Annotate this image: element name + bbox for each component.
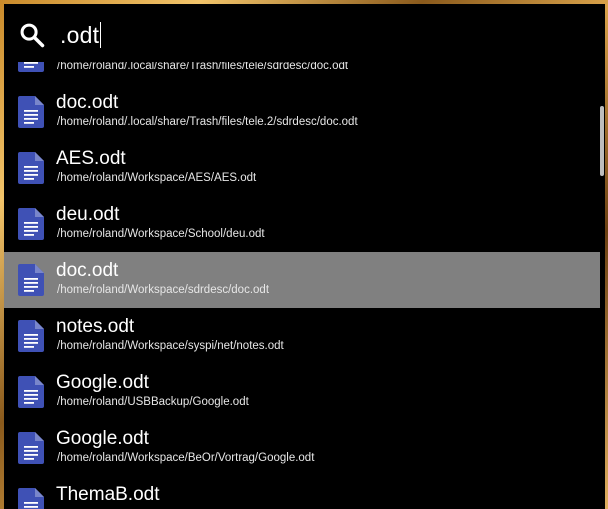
result-filepath: /home/roland/Workspace/AES/AES.odt xyxy=(57,172,257,184)
search-input[interactable]: .odt xyxy=(60,18,102,52)
search-query-text: .odt xyxy=(60,21,100,48)
result-item[interactable]: doc.odt/home/roland/Workspace/sdrdesc/do… xyxy=(4,252,600,308)
result-item[interactable]: AES.odt/home/roland/Workspace/AES/AES.od… xyxy=(4,140,600,196)
text-caret xyxy=(100,22,102,48)
result-filepath: /home/roland/Workspace/syspi/net/notes.o… xyxy=(57,340,284,352)
document-icon xyxy=(18,208,44,240)
result-filename: notes.odt xyxy=(56,316,135,337)
document-icon xyxy=(18,432,44,464)
result-item[interactable]: deu.odt/home/roland/Workspace/School/deu… xyxy=(4,196,600,252)
result-filepath: /home/roland/Workspace/BeOr/Vortrag/Goog… xyxy=(57,452,315,464)
scrollbar[interactable] xyxy=(600,62,605,509)
results-list[interactable]: /home/roland/.local/share/Trash/files/te… xyxy=(4,38,600,509)
document-icon xyxy=(18,264,44,296)
result-filename: Google.odt xyxy=(56,428,149,449)
result-filename: ThemaB.odt xyxy=(56,484,160,505)
result-item[interactable]: doc.odt/home/roland/.local/share/Trash/f… xyxy=(4,84,600,140)
result-filename: doc.odt xyxy=(56,260,119,281)
result-item[interactable]: Google.odt/home/roland/USBBackup/Google.… xyxy=(4,364,600,420)
result-filename: AES.odt xyxy=(56,148,126,169)
result-item[interactable]: notes.odt/home/roland/Workspace/syspi/ne… xyxy=(4,308,600,364)
result-filepath: /home/roland/Workspace/School/deu.odt xyxy=(57,228,265,240)
search-icon xyxy=(20,23,45,48)
result-item[interactable]: ThemaB.odt xyxy=(4,476,600,509)
result-filepath: /home/roland/Workspace/sdrdesc/doc.odt xyxy=(57,284,270,296)
result-filepath: /home/roland/USBBackup/Google.odt xyxy=(57,396,249,408)
result-filepath: /home/roland/.local/share/Trash/files/te… xyxy=(57,116,358,128)
app-launcher-window: /home/roland/.local/share/Trash/files/te… xyxy=(4,4,605,509)
document-icon xyxy=(18,488,44,509)
document-icon xyxy=(18,96,44,128)
result-item[interactable]: Google.odt/home/roland/Workspace/BeOr/Vo… xyxy=(4,420,600,476)
scrollbar-thumb[interactable] xyxy=(600,106,604,176)
result-filename: doc.odt xyxy=(56,92,119,113)
desktop-wallpaper: /home/roland/.local/share/Trash/files/te… xyxy=(0,0,608,509)
document-icon xyxy=(18,320,44,352)
document-icon xyxy=(18,376,44,408)
result-filename: deu.odt xyxy=(56,204,120,225)
document-icon xyxy=(18,152,44,184)
result-filename: Google.odt xyxy=(56,372,149,393)
search-bar: .odt xyxy=(4,4,605,62)
